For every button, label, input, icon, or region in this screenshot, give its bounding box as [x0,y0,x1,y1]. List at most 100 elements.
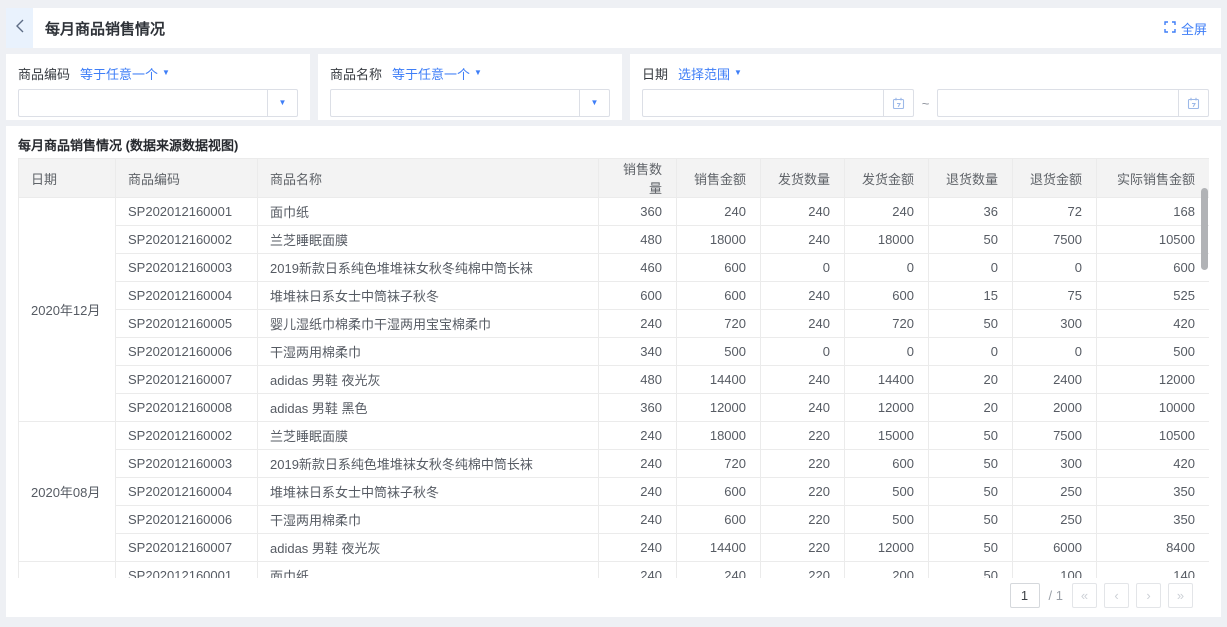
page-number-input[interactable]: 1 [1010,583,1040,608]
value-cell: 12000 [845,534,929,562]
last-page-button[interactable]: » [1168,583,1193,608]
date-start-input[interactable] [642,89,914,117]
value-cell: 15000 [845,422,929,450]
value-cell: 420 [1097,450,1210,478]
value-cell: 350 [1097,506,1210,534]
pagination: 1 / 1 «‹›» [18,583,1209,608]
value-cell: 240 [599,450,677,478]
table-row: SP202012160004堆堆袜日系女士中筒袜子秋冬2406002205005… [19,478,1210,506]
value-cell: 240 [761,198,845,226]
value-cell: 50 [929,450,1013,478]
value-cell: 20 [929,394,1013,422]
chevron-down-icon: ▼ [579,90,609,116]
value-cell: 240 [761,394,845,422]
value-cell: 240 [761,366,845,394]
value-cell: 0 [929,254,1013,282]
value-cell: 10500 [1097,422,1210,450]
value-cell: 240 [599,562,677,579]
table-title: 每月商品销售情况 (数据来源数据视图) [18,138,1209,158]
value-cell: 340 [599,338,677,366]
value-cell: 250 [1013,506,1097,534]
column-header: 日期 [19,159,116,198]
product-name-select[interactable]: ▼ [330,89,610,117]
value-cell: 0 [929,338,1013,366]
product-code-cell: SP202012160004 [116,282,258,310]
value-cell: 0 [1013,338,1097,366]
table-row: 2020年08月SP202012160002兰芝睡眠面膜240180002201… [19,422,1210,450]
value-cell: 10000 [1097,394,1210,422]
product-code-cell: SP202012160002 [116,226,258,254]
filter-product-name: 商品名称 等于任意一个 ▼ ▼ [318,54,622,120]
value-cell: 10500 [1097,226,1210,254]
value-cell: 600 [677,282,761,310]
product-code-cell: SP202012160001 [116,562,258,579]
value-cell: 600 [599,282,677,310]
date-group-cell: 2020年12月 [19,198,116,422]
product-name-operator[interactable]: 等于任意一个 ▼ [392,64,482,83]
value-cell: 20 [929,366,1013,394]
value-cell: 240 [761,310,845,338]
back-button[interactable] [6,8,33,48]
prev-page-button[interactable]: ‹ [1104,583,1129,608]
product-name-label: 商品名称 [330,64,382,83]
top-bar: 每月商品销售情况 全屏 [6,8,1221,48]
product-code-value [19,90,267,116]
column-header: 退货数量 [929,159,1013,198]
value-cell: 0 [845,254,929,282]
date-end-input[interactable] [937,89,1209,117]
value-cell: 220 [761,422,845,450]
first-page-button[interactable]: « [1072,583,1097,608]
calendar-icon [883,90,913,116]
value-cell: 220 [761,534,845,562]
value-cell: 460 [599,254,677,282]
sales-table: 日期商品编码商品名称销售数量销售金额发货数量发货金额退货数量退货金额实际销售金额… [18,158,1209,578]
product-code-cell: SP202012160003 [116,450,258,478]
value-cell: 6000 [1013,534,1097,562]
column-header: 实际销售金额 [1097,159,1210,198]
product-code-operator[interactable]: 等于任意一个 ▼ [80,64,170,83]
report-card: 每月商品销售情况 (数据来源数据视图) 日期商品编码商品名称销售数量销售金额发货… [6,126,1221,617]
value-cell: 12000 [677,394,761,422]
table-scrollbar-thumb[interactable] [1201,188,1208,270]
value-cell: 75 [1013,282,1097,310]
calendar-icon [1178,90,1208,116]
product-code-cell: SP202012160005 [116,310,258,338]
table-row: SP202012160005婴儿湿纸巾棉柔巾干湿两用宝宝棉柔巾240720240… [19,310,1210,338]
value-cell: 720 [677,310,761,338]
value-cell: 220 [761,506,845,534]
value-cell: 50 [929,478,1013,506]
product-code-select[interactable]: ▼ [18,89,298,117]
fullscreen-button[interactable]: 全屏 [1164,19,1207,38]
product-code-cell: SP202012160007 [116,534,258,562]
date-operator[interactable]: 选择范围 ▼ [678,64,742,83]
value-cell: 50 [929,506,1013,534]
value-cell: 2400 [1013,366,1097,394]
next-page-button[interactable]: › [1136,583,1161,608]
value-cell: 240 [761,282,845,310]
value-cell: 600 [845,450,929,478]
product-name-cell: 堆堆袜日系女士中筒袜子秋冬 [258,478,599,506]
value-cell: 240 [599,534,677,562]
value-cell: 50 [929,422,1013,450]
date-start-value [643,90,883,116]
value-cell: 600 [677,478,761,506]
value-cell: 220 [761,562,845,579]
value-cell: 240 [599,506,677,534]
value-cell: 50 [929,310,1013,338]
value-cell: 12000 [1097,366,1210,394]
product-name-cell: 面巾纸 [258,198,599,226]
value-cell: 600 [677,254,761,282]
date-group-cell [19,562,116,579]
product-name-cell: adidas 男鞋 黑色 [258,394,599,422]
value-cell: 240 [599,478,677,506]
product-name-cell: 2019新款日系纯色堆堆袜女秋冬纯棉中筒长袜 [258,254,599,282]
value-cell: 300 [1013,450,1097,478]
value-cell: 240 [599,310,677,338]
value-cell: 220 [761,478,845,506]
table-row: SP202012160001面巾纸24024022020050100140 [19,562,1210,579]
table-row: SP202012160004堆堆袜日系女士中筒袜子秋冬6006002406001… [19,282,1210,310]
product-name-cell: 面巾纸 [258,562,599,579]
filter-product-code: 商品编码 等于任意一个 ▼ ▼ [6,54,310,120]
value-cell: 220 [761,450,845,478]
value-cell: 500 [845,506,929,534]
